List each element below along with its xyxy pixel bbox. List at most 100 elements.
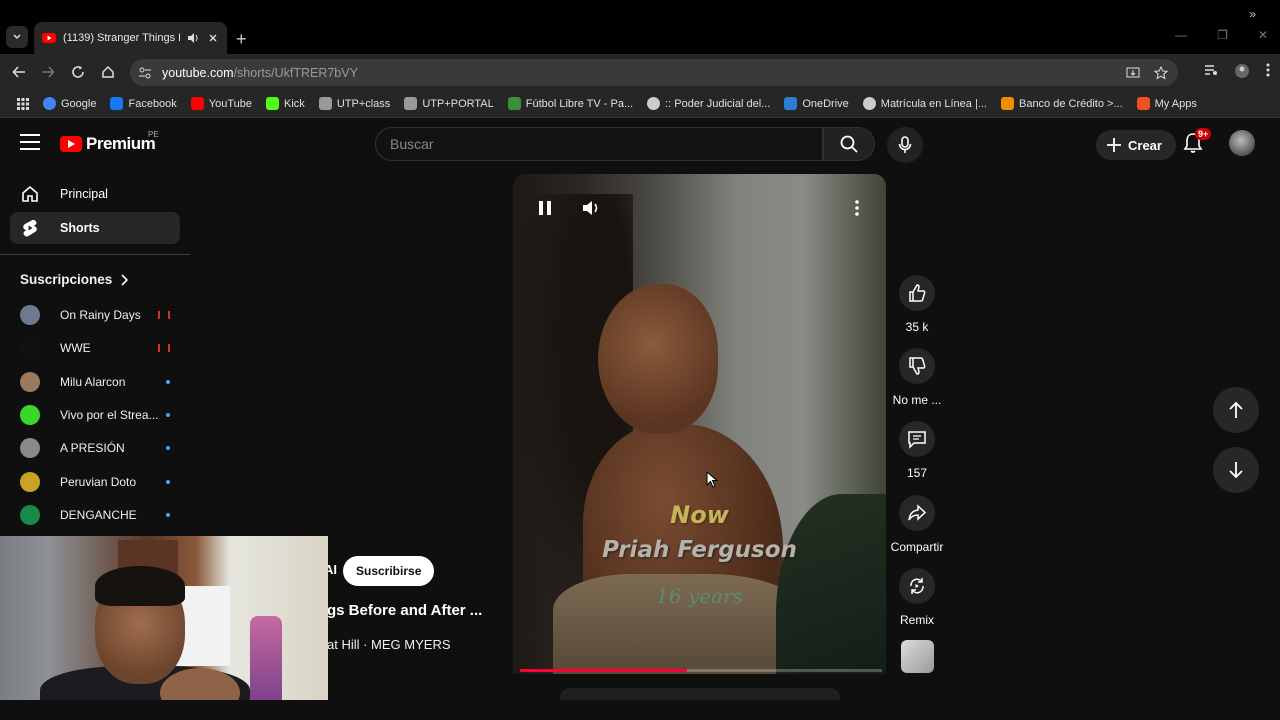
kick-icon (266, 97, 280, 110)
new-content-dot-icon (166, 446, 170, 451)
bookmark-item[interactable]: YouTube (184, 97, 259, 110)
comments-action: 157 (891, 421, 943, 480)
shorts-video-player[interactable]: Now Priah Ferguson 16 years (513, 174, 886, 674)
tab-search-button[interactable] (6, 26, 28, 48)
channel-avatar (20, 305, 40, 325)
sidebar-item-shorts[interactable]: Shorts (10, 212, 180, 244)
search-placeholder: Buscar (390, 136, 434, 152)
channel-avatar (20, 404, 40, 425)
subscriptions-header[interactable]: Suscripciones (20, 272, 129, 287)
comment-icon (908, 431, 926, 449)
video-progress-bar[interactable] (520, 669, 882, 672)
guide-menu-icon[interactable] (20, 134, 40, 154)
search-button[interactable] (823, 127, 875, 161)
video-more-options[interactable] (843, 194, 871, 222)
url-host: youtube.com (162, 65, 234, 80)
subscription-name: Peruvian Doto (60, 474, 137, 489)
bookmark-item[interactable]: UTP+PORTAL (397, 97, 500, 110)
bookmark-item[interactable]: Kick (259, 97, 312, 110)
forward-button[interactable] (39, 63, 57, 81)
notifications-button[interactable]: 9+ (1183, 128, 1212, 156)
minimize-icon[interactable]: — (1175, 28, 1187, 42)
subscription-item[interactable]: DENGANCHE (20, 503, 170, 527)
next-short-button[interactable] (1213, 447, 1259, 493)
bookmark-item[interactable]: My Apps (1130, 97, 1204, 110)
home-button[interactable] (99, 63, 117, 81)
bcp-icon (1000, 97, 1014, 110)
subscription-item[interactable]: Milu Alarcon (20, 370, 170, 394)
bookmark-label: UTP+PORTAL (422, 97, 494, 110)
plus-icon (1107, 138, 1121, 152)
youtube-premium-logo[interactable]: Premium PE (60, 130, 159, 154)
bookmark-star-icon[interactable] (1154, 65, 1168, 80)
subscription-item[interactable]: WWE (20, 336, 170, 360)
bookmark-item[interactable]: Facebook (103, 97, 183, 110)
apps-grid-icon[interactable] (10, 97, 36, 110)
speaker-icon[interactable] (187, 32, 200, 44)
install-app-icon[interactable] (1126, 66, 1140, 80)
window-controls: — ❐ ✕ (1175, 28, 1268, 42)
voice-search-button[interactable] (887, 127, 923, 163)
remix-label: Remix (899, 613, 934, 627)
reload-icon (72, 66, 84, 78)
back-button[interactable] (10, 63, 28, 81)
bookmark-label: My Apps (1154, 97, 1197, 110)
close-window-icon[interactable]: ✕ (1258, 28, 1268, 42)
account-avatar[interactable] (1229, 130, 1255, 156)
like-button[interactable] (899, 275, 935, 311)
facebook-icon (110, 97, 124, 110)
dislike-button[interactable] (899, 348, 935, 384)
bookmark-label: YouTube (208, 97, 253, 110)
arrow-up-icon (1229, 401, 1243, 418)
new-tab-button[interactable]: + (236, 29, 247, 50)
remix-button[interactable] (899, 568, 935, 604)
site-settings-icon[interactable] (138, 66, 152, 80)
channel-avatar (20, 471, 40, 492)
youtube-play-logo-icon (60, 136, 82, 152)
remix-action: Remix (891, 568, 943, 627)
like-action: 35 k (891, 275, 943, 334)
mute-button[interactable] (577, 194, 605, 222)
previous-short-button[interactable] (1213, 387, 1259, 433)
shorts-icon (23, 219, 37, 237)
bookmarks-overflow-icon[interactable]: » (1249, 7, 1256, 21)
video-title[interactable]: gs Before and After ... (327, 602, 482, 619)
channel-avatar (20, 438, 40, 459)
browser-tab-active[interactable]: (1139) Stranger Things Befo (34, 22, 227, 54)
share-button[interactable] (899, 495, 935, 531)
browser-menu-icon[interactable] (1266, 63, 1270, 77)
bookmark-item[interactable]: Matrícula en Línea |... (856, 97, 994, 110)
sound-thumbnail[interactable] (901, 640, 934, 673)
bookmark-item[interactable]: Fútbol Libre TV - Pa... (501, 97, 640, 110)
reload-button[interactable] (69, 63, 87, 81)
microphone-icon (898, 136, 912, 153)
channel-avatar (20, 338, 40, 359)
bookmark-item[interactable]: Google (36, 97, 103, 110)
pause-icon (539, 201, 551, 215)
subscription-name: Milu Alarcon (60, 374, 126, 389)
create-button[interactable]: Crear (1096, 130, 1176, 160)
sidebar-item-principal[interactable]: Principal (10, 178, 180, 210)
search-input[interactable]: Buscar (375, 127, 823, 161)
subscription-item[interactable]: On Rainy Days (20, 303, 170, 327)
address-bar[interactable]: youtube.com/shorts/UkfTRER7bVY (130, 59, 1178, 86)
video-sound-link[interactable]: at Hill · MEG MYERS (327, 637, 451, 652)
comments-button[interactable] (899, 421, 935, 457)
bookmark-label: Fútbol Libre TV - Pa... (525, 97, 634, 110)
bookmark-item[interactable]: UTP+class (312, 97, 398, 110)
bookmark-item[interactable]: OneDrive (777, 97, 855, 110)
subscription-item[interactable]: A PRESIÓN (20, 436, 170, 460)
bookmark-item[interactable]: :: Poder Judicial del... (640, 97, 777, 110)
bookmark-item[interactable]: Banco de Crédito >... (994, 97, 1130, 110)
pause-button[interactable] (531, 194, 559, 222)
subscription-item[interactable]: Vivo por el Strea... (20, 403, 170, 427)
subscribe-button[interactable]: Suscribirse (343, 556, 435, 586)
profile-icon[interactable] (1234, 63, 1250, 79)
video-frame-face (598, 284, 718, 434)
close-tab-icon[interactable] (207, 32, 219, 44)
restore-icon[interactable]: ❐ (1217, 28, 1228, 42)
subscription-name: A PRESIÓN (60, 441, 125, 456)
subscription-item[interactable]: Peruvian Doto (20, 470, 170, 494)
arrow-right-icon (42, 66, 55, 78)
media-control-icon[interactable] (1204, 63, 1218, 77)
